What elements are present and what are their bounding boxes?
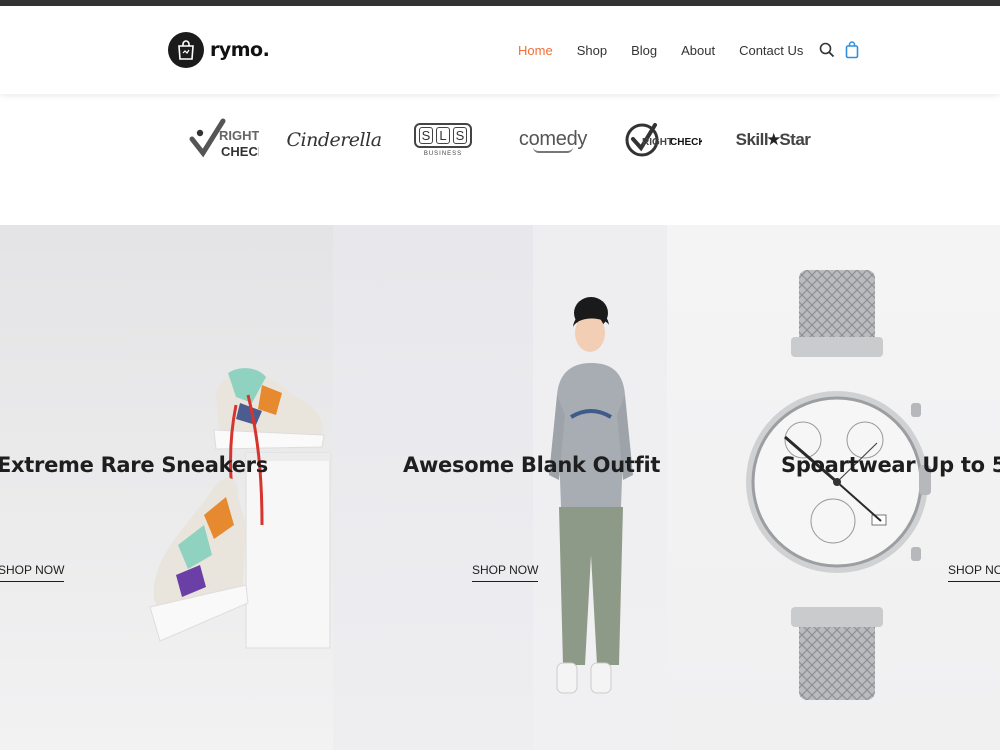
- promo-banner-outfit[interactable]: Awesome Blank Outfit SHOP NOW: [333, 225, 667, 750]
- kid-outfit-image: [533, 225, 667, 750]
- partner-rightcheck2-line1: RIGHT: [642, 137, 673, 148]
- main-nav: Home Shop Blog About Contact Us: [518, 41, 871, 59]
- partner-logo-rightcheck[interactable]: RIGHT CHECK: [188, 112, 260, 168]
- search-icon[interactable]: [819, 41, 835, 59]
- brand-name: rymo.: [210, 39, 270, 61]
- banner-3-title: Spoartwear Up to 50% Off: [781, 453, 1000, 477]
- partner-logo-skillstar[interactable]: Skill ★ Star: [735, 112, 811, 168]
- banner-1-shop-now-link[interactable]: SHOP NOW: [0, 563, 65, 582]
- partner-sls-letter-1: S: [419, 127, 433, 144]
- partner-sls-letter-2: L: [436, 127, 450, 144]
- partner-logo-rightcheck-2[interactable]: RIGHT CHECK: [624, 112, 702, 168]
- shopping-bag-logo-icon: [168, 32, 204, 68]
- watch-image: [746, 270, 931, 700]
- sneakers-image: [149, 368, 331, 649]
- partner-sls-letter-3: S: [453, 127, 467, 144]
- banner-3-shop-now-link[interactable]: SHOP NOW: [948, 563, 1000, 582]
- site-header: rymo. Home Shop Blog About Contact Us: [0, 6, 1000, 94]
- partner-logo-sls[interactable]: S L S BUSINESS: [412, 112, 474, 168]
- partner-skillstar-line1: Skill: [735, 130, 769, 149]
- promo-banner-sneakers[interactable]: Extreme Rare Sneakers SHOP NOW: [0, 225, 333, 750]
- partner-rightcheck2-line2: CHECK: [670, 137, 702, 148]
- logo-link[interactable]: rymo.: [168, 22, 270, 78]
- nav-about[interactable]: About: [681, 43, 715, 58]
- banner-1-title: Extreme Rare Sneakers: [0, 453, 268, 477]
- nav-home[interactable]: Home: [518, 43, 553, 58]
- banner-2-shop-now-link[interactable]: SHOP NOW: [472, 563, 539, 582]
- nav-blog[interactable]: Blog: [631, 43, 657, 58]
- nav-shop[interactable]: Shop: [577, 43, 607, 58]
- partner-logos: RIGHT CHECK Cinderella S L S BUSINESS co…: [0, 94, 1000, 225]
- banner-2-title: Awesome Blank Outfit: [403, 453, 661, 477]
- partner-skillstar-line2: Star: [779, 130, 811, 149]
- partner-rightcheck-line2: CHECK: [221, 144, 259, 159]
- partner-comedy-smile: [533, 147, 573, 153]
- partner-logo-cinderella[interactable]: Cinderella: [286, 112, 382, 168]
- partner-rightcheck-line1: RIGHT: [219, 128, 259, 143]
- partner-cinderella-text: Cinderella: [286, 129, 382, 151]
- promo-banner-watch[interactable]: Spoartwear Up to 50% Off SHOP NOW: [667, 225, 1000, 750]
- nav-contact-us[interactable]: Contact Us: [739, 43, 803, 58]
- promo-banners: Extreme Rare Sneakers SHOP NOW Awesome B…: [0, 225, 1000, 750]
- partner-logo-comedy[interactable]: comedy: [518, 112, 588, 168]
- partner-sls-subtitle: BUSINESS: [423, 151, 463, 157]
- cart-icon[interactable]: [845, 41, 861, 59]
